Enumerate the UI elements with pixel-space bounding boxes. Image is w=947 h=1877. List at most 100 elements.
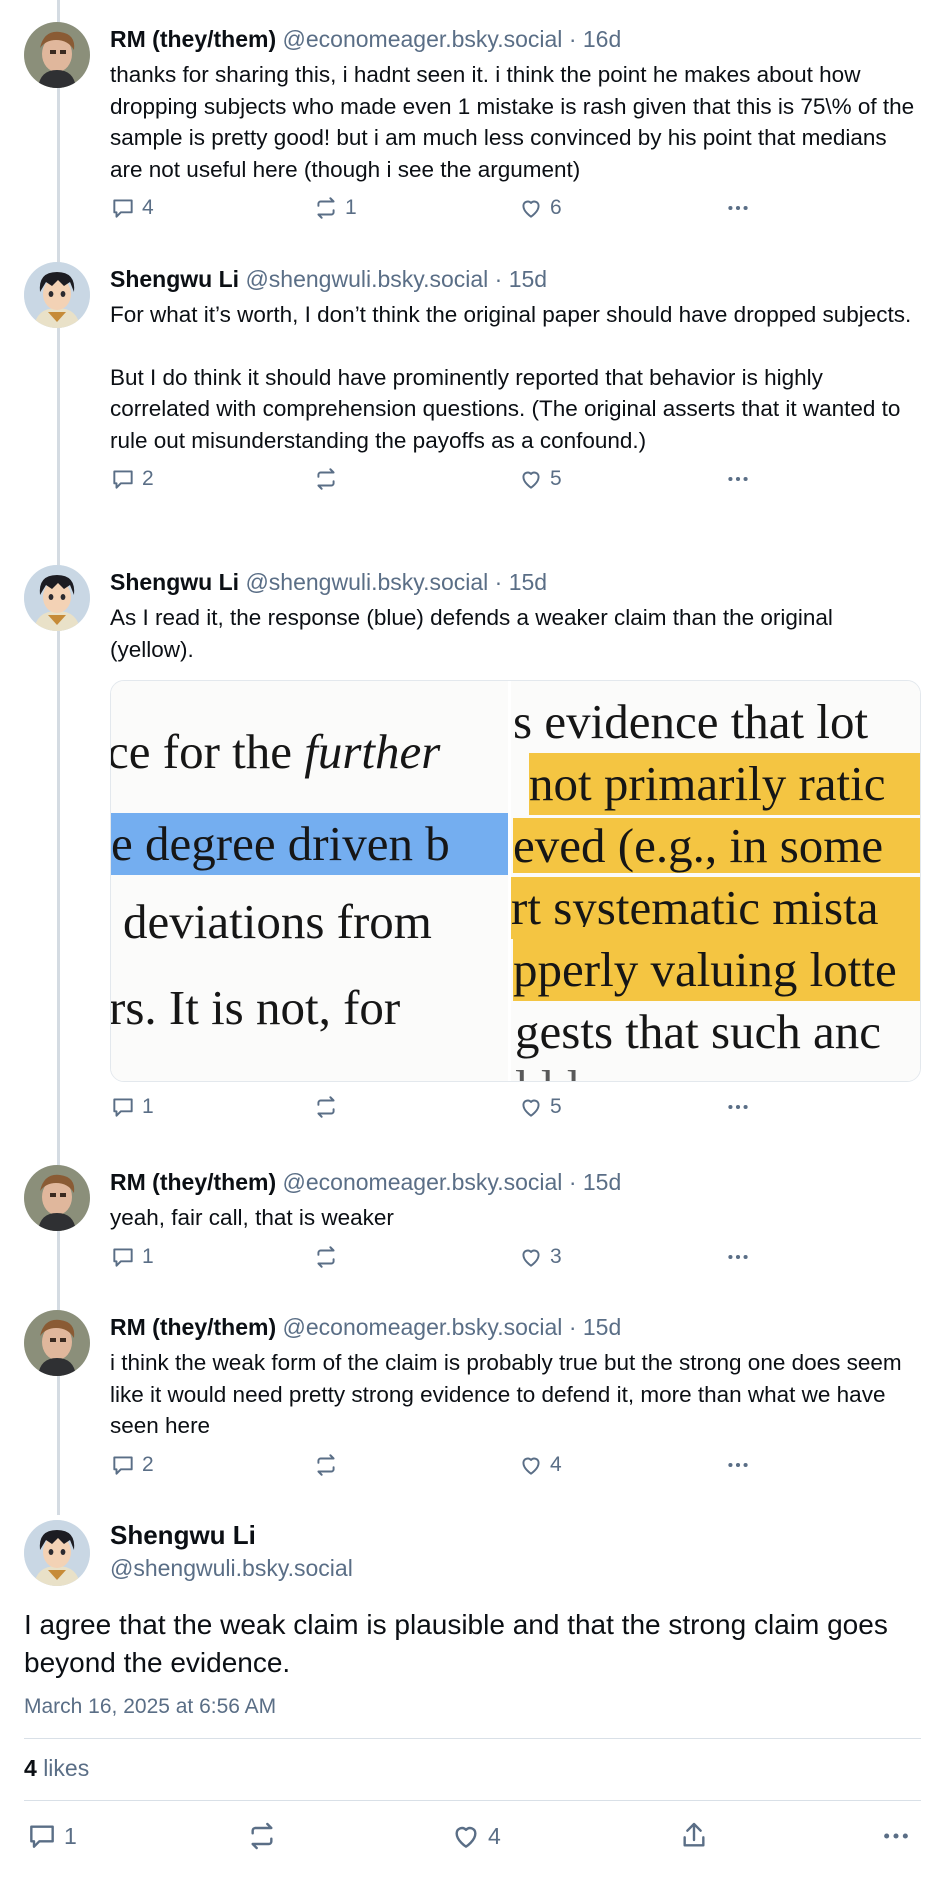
likes-summary-label: likes bbox=[43, 1755, 90, 1781]
divider bbox=[24, 1800, 921, 1801]
separator-dot: · bbox=[568, 1169, 577, 1195]
repost-icon bbox=[317, 197, 335, 219]
avatar-shengwu[interactable] bbox=[24, 262, 90, 328]
post-time[interactable]: 15d bbox=[583, 1314, 621, 1340]
likes-summary[interactable]: 4 likes bbox=[24, 1755, 89, 1782]
like-button[interactable]: 4 bbox=[518, 1452, 562, 1478]
more-options-button[interactable] bbox=[725, 1094, 751, 1120]
like-button[interactable]: 3 bbox=[518, 1244, 562, 1270]
post-text: yeah, fair call, that is weaker bbox=[110, 1202, 921, 1234]
like-button[interactable]: 5 bbox=[518, 466, 562, 492]
post-paragraph: i think the weak form of the claim is pr… bbox=[110, 1350, 902, 1438]
author-handle[interactable]: @economeager.bsky.social bbox=[283, 1169, 563, 1195]
main-post-text: I agree that the weak claim is plausible… bbox=[24, 1609, 888, 1678]
image-embed[interactable]: ce for the further e degree driven b dev… bbox=[110, 680, 921, 1082]
avatar-rm-image bbox=[24, 1310, 90, 1376]
embed-text-line: eved (e.g., in some bbox=[513, 815, 920, 877]
reply-button[interactable]: 1 bbox=[110, 1094, 154, 1120]
repost-icon bbox=[317, 1096, 335, 1118]
avatar-shengwu-main[interactable] bbox=[24, 1520, 90, 1586]
repost-icon bbox=[317, 468, 335, 490]
main-author-handle[interactable]: @shengwuli.bsky.social bbox=[110, 1555, 353, 1582]
author-name[interactable]: Shengwu Li bbox=[110, 266, 239, 292]
reply-button[interactable]: 2 bbox=[110, 1452, 154, 1478]
main-repost-button[interactable] bbox=[246, 1820, 278, 1852]
author-handle[interactable]: @shengwuli.bsky.social bbox=[245, 266, 488, 292]
avatar-rm[interactable] bbox=[24, 22, 90, 88]
embed-text-line: l l l bbox=[515, 1057, 580, 1081]
like-count: 3 bbox=[550, 1244, 562, 1268]
post-actions: 2 5 bbox=[110, 466, 921, 500]
reply-count: 4 bbox=[142, 196, 154, 219]
main-like-count: 4 bbox=[488, 1822, 501, 1849]
separator-dot: · bbox=[568, 1314, 577, 1340]
author-name[interactable]: RM (they/them) bbox=[110, 26, 276, 52]
heart-icon bbox=[522, 200, 540, 218]
main-reply-button[interactable]: 1 bbox=[26, 1820, 77, 1852]
ellipsis-icon bbox=[728, 205, 748, 211]
reply-icon bbox=[113, 1455, 133, 1475]
reply-count: 2 bbox=[142, 1452, 154, 1476]
post-time[interactable]: 15d bbox=[509, 569, 547, 595]
embed-text-line: deviations from bbox=[123, 894, 432, 949]
embed-text-line: rs. It is not, for bbox=[111, 980, 401, 1035]
avatar-shengwu-image bbox=[24, 1520, 90, 1586]
reply-button[interactable]: 2 bbox=[110, 466, 154, 492]
share-icon bbox=[683, 1822, 705, 1847]
author-handle[interactable]: @economeager.bsky.social bbox=[283, 1314, 563, 1340]
embed-image-original[interactable]: s evidence that lot not primarily ratic … bbox=[511, 681, 920, 1081]
post-time[interactable]: 15d bbox=[583, 1169, 621, 1195]
post-text: For what it’s worth, I don’t think the o… bbox=[110, 299, 921, 456]
heart-icon bbox=[455, 1826, 477, 1848]
like-button[interactable]: 5 bbox=[518, 1094, 562, 1120]
likes-summary-count: 4 bbox=[24, 1755, 37, 1781]
embed-text-line-highlighted: not primarily ratic bbox=[529, 753, 920, 815]
main-like-button[interactable]: 4 bbox=[450, 1820, 501, 1852]
like-count: 6 bbox=[550, 196, 562, 219]
ellipsis-icon bbox=[728, 476, 748, 482]
avatar-shengwu-image bbox=[24, 262, 90, 328]
avatar-rm-image bbox=[24, 22, 90, 88]
repost-icon bbox=[251, 1822, 273, 1850]
post-actions: 1 5 bbox=[110, 1094, 921, 1128]
reply-button[interactable]: 1 bbox=[110, 1244, 154, 1270]
ellipsis-icon bbox=[728, 1104, 748, 1110]
author-name[interactable]: Shengwu Li bbox=[110, 569, 239, 595]
author-name[interactable]: RM (they/them) bbox=[110, 1169, 276, 1195]
reply-count: 1 bbox=[142, 1095, 154, 1118]
avatar-rm[interactable] bbox=[24, 1165, 90, 1231]
like-count: 5 bbox=[550, 1095, 562, 1118]
main-author-name[interactable]: Shengwu Li bbox=[110, 1520, 256, 1551]
embed-image-response[interactable]: ce for the further e degree driven b dev… bbox=[111, 681, 512, 1081]
main-post-date[interactable]: March 16, 2025 at 6:56 AM bbox=[24, 1695, 276, 1719]
avatar-shengwu[interactable] bbox=[24, 565, 90, 631]
more-options-button[interactable] bbox=[725, 466, 751, 492]
repost-button[interactable] bbox=[313, 466, 345, 492]
embed-text-line: ce for the further bbox=[111, 724, 441, 779]
ellipsis-icon bbox=[728, 1254, 748, 1259]
heart-icon bbox=[522, 1457, 540, 1475]
post-paragraph: For what it’s worth, I don’t think the o… bbox=[110, 302, 912, 327]
repost-button[interactable]: 1 bbox=[313, 195, 357, 221]
avatar-rm[interactable] bbox=[24, 1310, 90, 1376]
post-time[interactable]: 15d bbox=[509, 266, 547, 292]
more-options-button[interactable] bbox=[725, 195, 751, 221]
author-handle[interactable]: @shengwuli.bsky.social bbox=[245, 569, 488, 595]
author-handle[interactable]: @economeager.bsky.social bbox=[283, 26, 563, 52]
author-name[interactable]: RM (they/them) bbox=[110, 1314, 276, 1340]
repost-button[interactable] bbox=[313, 1452, 345, 1478]
main-post-actions: 1 4 bbox=[0, 1820, 947, 1860]
separator-dot: · bbox=[568, 26, 577, 52]
post-time[interactable]: 16d bbox=[583, 26, 621, 52]
repost-button[interactable] bbox=[313, 1244, 345, 1270]
divider bbox=[24, 1738, 921, 1739]
like-button[interactable]: 6 bbox=[518, 195, 562, 221]
share-button[interactable] bbox=[678, 1820, 710, 1852]
more-options-button[interactable] bbox=[725, 1244, 751, 1270]
like-count: 5 bbox=[550, 467, 562, 490]
repost-button[interactable] bbox=[313, 1094, 345, 1120]
more-options-button[interactable] bbox=[725, 1452, 751, 1478]
main-more-options-button[interactable] bbox=[880, 1820, 912, 1852]
reply-count: 1 bbox=[142, 1244, 154, 1268]
reply-button[interactable]: 4 bbox=[110, 195, 154, 221]
